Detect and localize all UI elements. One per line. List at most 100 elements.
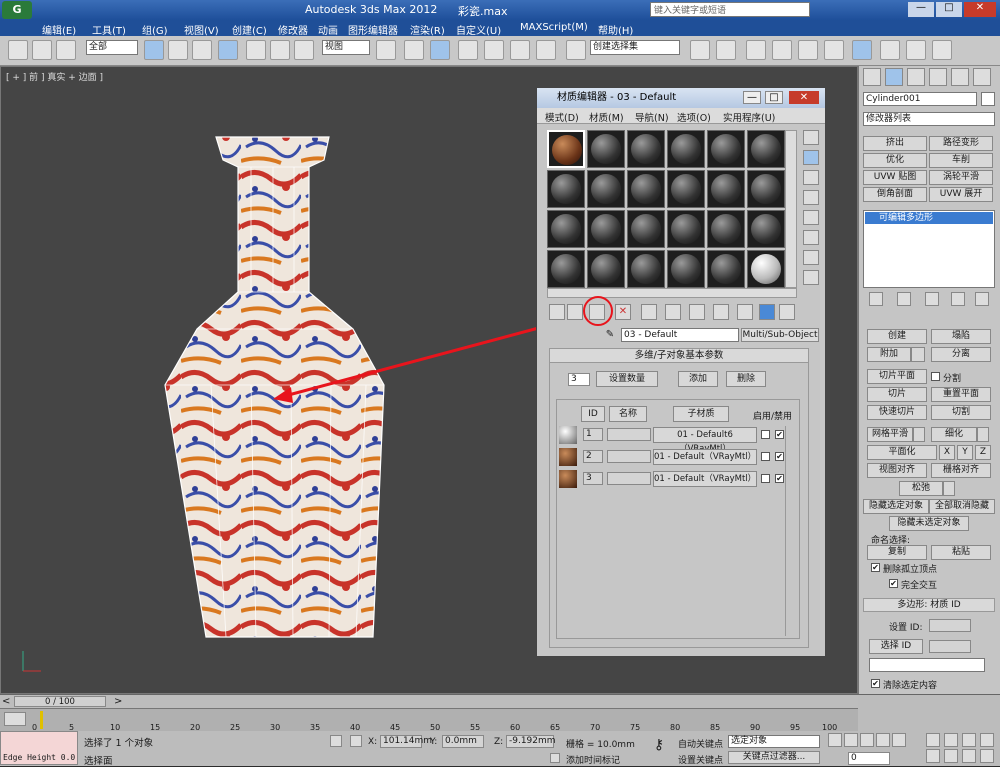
relax-settings-button[interactable] <box>943 481 955 496</box>
sample-slot[interactable] <box>587 250 625 288</box>
create-tab-icon[interactable] <box>863 68 881 86</box>
planarize-button[interactable]: 平面化 <box>867 445 937 460</box>
time-slider-thumb[interactable]: 0 / 100 <box>14 696 106 707</box>
object-color-swatch[interactable] <box>981 92 995 106</box>
sort-id-header[interactable]: ID <box>581 406 605 422</box>
mod-optimize-button[interactable]: 优化 <box>863 153 927 168</box>
view-align-button[interactable]: 视图对齐 <box>867 463 927 478</box>
put-to-library-icon[interactable] <box>665 304 681 320</box>
minimize-icon[interactable]: — <box>908 2 934 17</box>
menu-customize[interactable]: 自定义(U) <box>456 22 501 37</box>
sample-slot-active[interactable] <box>547 130 585 168</box>
sample-slot[interactable] <box>627 210 665 248</box>
delete-button[interactable]: 删除 <box>726 371 766 387</box>
row-color-swatch[interactable] <box>761 452 770 461</box>
row-name-field[interactable] <box>607 428 651 441</box>
zoom-extents-icon[interactable] <box>962 733 976 747</box>
mod-extrude-button[interactable]: 挤出 <box>863 136 927 151</box>
remove-modifier-icon[interactable] <box>951 292 965 306</box>
sample-slot[interactable] <box>707 250 745 288</box>
add-button[interactable]: 添加 <box>678 371 718 387</box>
menu-help[interactable]: 帮助(H) <box>598 22 633 37</box>
select-object-icon[interactable] <box>144 40 164 60</box>
sample-slot[interactable] <box>707 170 745 208</box>
minimize-icon[interactable]: — <box>743 91 761 104</box>
sample-slot[interactable] <box>747 250 785 288</box>
pin-stack-icon[interactable] <box>869 292 883 306</box>
display-tab-icon[interactable] <box>951 68 969 86</box>
submat-row[interactable]: 3 01 - Default（VRayMtl） ✔ <box>559 470 799 488</box>
material-id-icon[interactable] <box>689 304 705 320</box>
menu-group[interactable]: 组(G) <box>142 22 168 37</box>
selection-filter[interactable]: 全部 <box>86 40 138 55</box>
menu-mode[interactable]: 模式(D) <box>545 110 579 124</box>
zoom-all-icon[interactable] <box>944 733 958 747</box>
row-name-field[interactable] <box>607 472 651 485</box>
maximize-icon[interactable]: □ <box>936 2 962 17</box>
modifier-list-dropdown[interactable]: 修改器列表 <box>863 112 995 126</box>
named-selection-set[interactable]: 创建选择集 <box>590 40 680 55</box>
modify-tab-icon[interactable] <box>885 68 903 86</box>
sample-slot[interactable] <box>707 130 745 168</box>
material-editor-icon[interactable] <box>852 40 872 60</box>
menu-rendering[interactable]: 渲染(R) <box>410 22 445 37</box>
sample-slots-scrollbar[interactable] <box>785 130 797 288</box>
make-unique-icon[interactable] <box>925 292 939 306</box>
row-submaterial-button[interactable]: 01 - Default6（VRayMtl） <box>653 427 757 454</box>
scale-icon[interactable] <box>294 40 314 60</box>
auto-key-label[interactable]: 自动关键点 <box>678 737 723 750</box>
select-by-material-icon[interactable] <box>803 270 819 285</box>
backlight-icon[interactable] <box>803 150 819 165</box>
delete-isolated-checkbox[interactable]: ✔ <box>871 563 880 572</box>
sample-slot[interactable] <box>667 130 705 168</box>
select-id-button[interactable]: 选择 ID <box>869 639 923 654</box>
window-crossing-icon[interactable] <box>218 40 238 60</box>
align-icon[interactable] <box>716 40 736 60</box>
menu-views[interactable]: 视图(V) <box>184 22 219 37</box>
unhide-all-button[interactable]: 全部取消隐藏 <box>929 499 995 514</box>
make-preview-icon[interactable] <box>803 230 819 245</box>
quickslice-button[interactable]: 快速切片 <box>867 405 927 420</box>
put-to-scene-icon[interactable] <box>567 304 583 320</box>
schematic-icon[interactable] <box>824 40 844 60</box>
eyedropper-icon[interactable]: ✎ <box>603 328 617 342</box>
play-icon[interactable] <box>860 733 874 747</box>
tessellate-button[interactable]: 细化 <box>931 427 977 442</box>
add-time-tag[interactable]: 添加时间标记 <box>566 753 620 766</box>
sample-type-icon[interactable] <box>803 130 819 145</box>
menu-animation[interactable]: 动画 <box>318 22 338 37</box>
mod-bevel-profile-button[interactable]: 倒角剖面 <box>863 187 927 202</box>
keyboard-shortcut-icon[interactable] <box>430 40 450 60</box>
planar-x-button[interactable]: X <box>939 445 955 460</box>
planar-z-button[interactable]: Z <box>975 445 991 460</box>
row-id-field[interactable]: 1 <box>583 428 603 441</box>
sample-slot[interactable] <box>627 170 665 208</box>
sample-slot[interactable] <box>587 130 625 168</box>
show-end-result-icon[interactable] <box>897 292 911 306</box>
curve-editor-icon[interactable] <box>798 40 818 60</box>
collapse-button[interactable]: 塌陷 <box>931 329 991 344</box>
pan-icon[interactable] <box>944 749 958 763</box>
track-bar[interactable]: 0 5 10 15 20 25 30 35 40 45 50 55 60 65 … <box>0 709 858 732</box>
mod-turbosmooth-button[interactable]: 涡轮平滑 <box>929 170 993 185</box>
menu-maxscript[interactable]: MAXScript(M) <box>520 22 588 33</box>
y-coord-field[interactable]: 0.0mm <box>442 735 484 748</box>
sort-name-header[interactable]: 名称 <box>609 406 647 422</box>
percent-snap-icon[interactable] <box>510 40 530 60</box>
sample-slot[interactable] <box>547 210 585 248</box>
object-name-field[interactable]: Cylinder001 <box>863 92 977 106</box>
make-unique-icon[interactable] <box>641 304 657 320</box>
mirror-icon[interactable] <box>690 40 710 60</box>
bind-spacewarp-icon[interactable] <box>56 40 76 60</box>
menu-utilities[interactable]: 实用程序(U) <box>723 110 775 124</box>
slice-button[interactable]: 切片 <box>867 387 927 402</box>
row-enable-checkbox[interactable]: ✔ <box>775 452 784 461</box>
video-color-check-icon[interactable] <box>803 210 819 225</box>
x-coord-field[interactable]: 101.14mm <box>380 735 432 748</box>
motion-tab-icon[interactable] <box>929 68 947 86</box>
planar-y-button[interactable]: Y <box>957 445 973 460</box>
configure-sets-icon[interactable] <box>975 292 989 306</box>
sample-slot[interactable] <box>627 250 665 288</box>
zoom-icon[interactable] <box>926 733 940 747</box>
relax-button[interactable]: 松弛 <box>899 481 943 496</box>
